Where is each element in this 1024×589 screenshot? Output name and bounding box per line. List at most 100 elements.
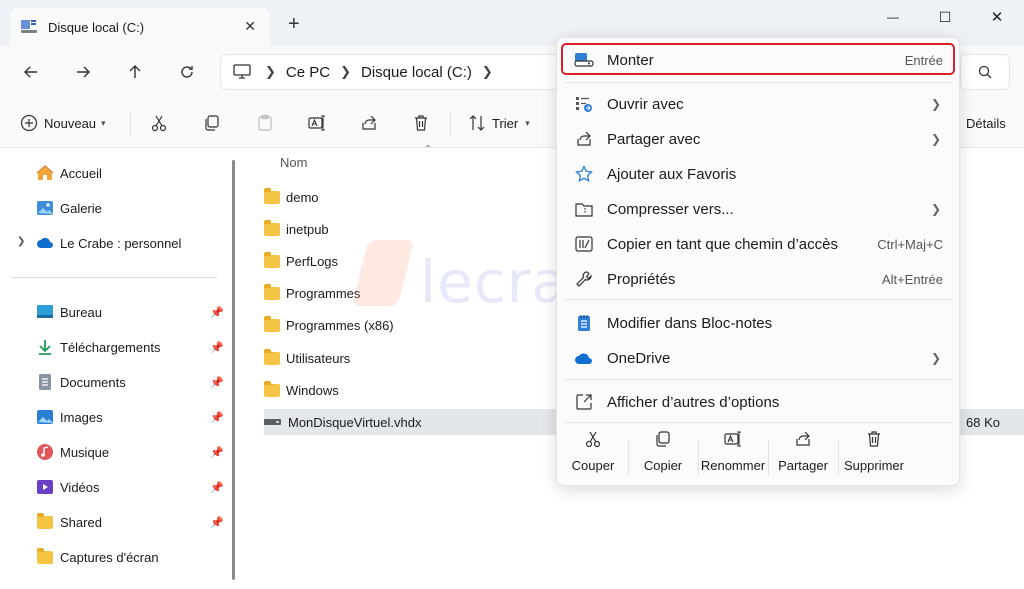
up-button[interactable]: [122, 59, 148, 85]
sort-label: Trier: [492, 115, 519, 131]
sidebar-item-label: Accueil: [60, 165, 102, 181]
folder-icon: [36, 512, 54, 531]
menu-item-onedrive[interactable]: OneDrive ❯: [565, 342, 953, 374]
sidebar-item-galerie[interactable]: Galerie: [36, 197, 102, 219]
maximize-button[interactable]: ☐: [930, 6, 960, 28]
action-couper[interactable]: Couper: [558, 430, 628, 480]
sidebar-item-images[interactable]: Images: [36, 406, 103, 428]
menu-item-autres-options[interactable]: Afficher d’autres d’options: [565, 386, 953, 418]
sidebar-item-documents[interactable]: Documents: [36, 371, 126, 393]
menu-item-compresser[interactable]: Compresser vers... ❯: [565, 193, 953, 225]
forward-button[interactable]: [70, 59, 96, 85]
sidebar-item-telechargements[interactable]: Téléchargements: [36, 336, 160, 358]
pin-icon[interactable]: 📌: [210, 446, 224, 459]
breadcrumb-ce-pc[interactable]: Ce PC: [286, 64, 330, 81]
file-row-windows[interactable]: Windows: [264, 377, 554, 403]
sidebar-divider: [12, 277, 217, 278]
cloud-icon: [36, 234, 54, 252]
menu-item-favoris[interactable]: Ajouter aux Favoris: [565, 158, 953, 190]
menu-item-proprietes[interactable]: Propriétés Alt+Entrée: [565, 263, 953, 295]
column-header-name[interactable]: Nom: [280, 155, 307, 170]
menu-item-copier-chemin[interactable]: Copier en tant que chemin d’accès Ctrl+M…: [565, 228, 953, 260]
clipboard-icon: [258, 114, 272, 131]
trash-icon: [868, 431, 880, 447]
pin-icon[interactable]: 📌: [210, 411, 224, 424]
menu-item-ouvrir-avec[interactable]: Ouvrir avec ❯: [565, 88, 953, 120]
address-bar[interactable]: ❯ Ce PC ❯ Disque local (C:) ❯: [220, 54, 560, 90]
menu-divider: [565, 379, 953, 380]
sort-icon: [469, 115, 485, 131]
maximize-icon: ☐: [938, 8, 952, 25]
new-label: Nouveau: [44, 115, 97, 131]
document-icon: [36, 373, 54, 391]
sort-button[interactable]: Trier ▾: [468, 110, 530, 136]
file-name: Utilisateurs: [286, 350, 351, 366]
arrow-up-icon: [129, 65, 141, 78]
sidebar-item-label: Images: [60, 409, 103, 425]
folder-icon: [264, 283, 280, 300]
new-button[interactable]: Nouveau ▾: [20, 110, 106, 136]
breadcrumb-disque-local[interactable]: Disque local (C:): [361, 64, 472, 81]
sidebar-item-label: Musique: [60, 444, 110, 460]
action-label: Supprimer: [844, 458, 904, 473]
sidebar-item-onedrive[interactable]: Le Crabe : personnel: [36, 232, 181, 254]
action-supprimer[interactable]: Supprimer: [839, 430, 909, 480]
sidebar-item-bureau[interactable]: Bureau: [36, 301, 102, 323]
sidebar-item-accueil[interactable]: Accueil: [36, 162, 102, 184]
pin-icon[interactable]: 📌: [210, 376, 224, 389]
chevron-right-icon: ❯: [930, 202, 941, 216]
sidebar-item-videos[interactable]: Vidéos: [36, 476, 100, 498]
pin-icon[interactable]: 📌: [210, 481, 224, 494]
back-button[interactable]: [18, 59, 44, 85]
folder-icon: [36, 547, 54, 566]
music-icon: [36, 443, 54, 461]
sidebar-scrollbar[interactable]: [232, 160, 235, 580]
menu-label: Ajouter aux Favoris: [607, 165, 737, 183]
chevron-right-icon: ❯: [340, 64, 351, 79]
menu-label: Compresser vers...: [607, 200, 734, 218]
tab-close-icon[interactable]: ✕: [244, 18, 256, 35]
menu-shortcut: Alt+Entrée: [881, 271, 943, 287]
chevron-right-icon[interactable]: ❯: [17, 236, 25, 247]
menu-divider: [565, 299, 953, 300]
action-label: Couper: [571, 458, 615, 473]
share-button[interactable]: [360, 110, 378, 136]
delete-button[interactable]: [412, 110, 430, 136]
pin-icon[interactable]: 📌: [210, 516, 224, 529]
sidebar-item-captures[interactable]: Captures d'écran: [36, 546, 159, 568]
sidebar-item-label: Le Crabe : personnel: [60, 235, 182, 251]
copy-button[interactable]: [203, 110, 221, 136]
action-partager[interactable]: Partager: [768, 430, 838, 480]
virtual-disk-icon: [264, 415, 282, 430]
cut-button[interactable]: [150, 110, 168, 136]
pin-icon[interactable]: 📌: [210, 341, 224, 354]
new-tab-button[interactable]: +: [288, 14, 300, 34]
sidebar-item-musique[interactable]: Musique: [36, 441, 109, 463]
search-box[interactable]: [960, 54, 1010, 90]
file-row-inetpub[interactable]: inetpub: [264, 216, 554, 242]
arrow-left-icon: [24, 66, 37, 78]
context-menu: Monter Entrée Ouvrir avec ❯ Partager ave…: [556, 37, 960, 486]
file-row-utilisateurs[interactable]: Utilisateurs: [264, 345, 554, 371]
chevron-right-icon: ❯: [930, 97, 941, 111]
rename-button[interactable]: [308, 110, 326, 136]
menu-item-partager-avec[interactable]: Partager avec ❯: [565, 123, 953, 155]
paste-button[interactable]: [256, 110, 274, 136]
action-renommer[interactable]: Renommer: [698, 430, 768, 480]
file-row-demo[interactable]: demo: [264, 184, 554, 210]
search-icon: [978, 65, 992, 79]
minimize-button[interactable]: —: [878, 6, 908, 28]
file-name: demo: [286, 189, 319, 205]
action-copier[interactable]: Copier: [628, 430, 698, 480]
tab-disque-local[interactable]: Disque local (C:) ✕: [10, 8, 270, 46]
menu-item-bloc-notes[interactable]: Modifier dans Bloc-notes: [565, 307, 953, 339]
copy-icon: [205, 115, 219, 131]
folder-icon: [264, 348, 280, 365]
share-icon: [796, 431, 810, 446]
sidebar-item-shared[interactable]: Shared: [36, 511, 102, 533]
close-window-button[interactable]: ✕: [982, 6, 1012, 28]
pin-icon[interactable]: 📌: [210, 306, 224, 319]
chevron-right-icon[interactable]: ❯: [482, 64, 493, 80]
refresh-button[interactable]: [174, 59, 200, 85]
details-button[interactable]: Détails: [960, 110, 1006, 136]
